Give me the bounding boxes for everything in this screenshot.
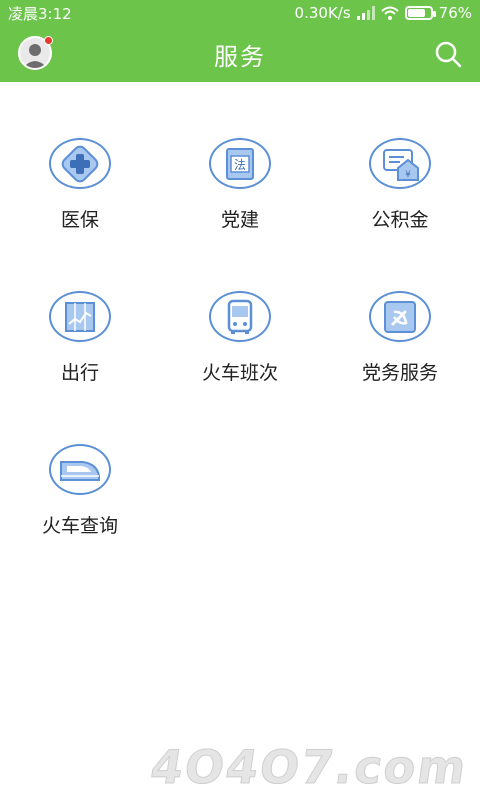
service-housing-fund[interactable]: ¥ 公积金	[320, 82, 480, 232]
battery-icon	[404, 6, 436, 20]
page-title: 服务	[214, 42, 266, 71]
service-travel[interactable]: 出行	[0, 235, 160, 385]
party-emblem-icon	[384, 300, 416, 333]
service-label: 火车查询	[41, 515, 118, 537]
service-label: 党务服务	[361, 362, 438, 384]
service-medical-insurance[interactable]: 医保	[0, 82, 160, 232]
svg-text:法: 法	[234, 158, 246, 172]
svg-text:¥: ¥	[405, 170, 411, 180]
service-party-affairs[interactable]: 党务服务	[320, 235, 480, 385]
network-speed: 0.30K/s	[294, 4, 351, 22]
bullet-train-icon	[60, 460, 100, 481]
status-time: 凌晨3:12	[8, 4, 72, 23]
service-label: 医保	[60, 209, 99, 231]
service-label: 公积金	[371, 209, 429, 231]
app-bar: 服务	[0, 26, 480, 82]
housing-fund-icon: ¥	[383, 148, 419, 181]
battery-percent: 76%	[438, 4, 472, 22]
medical-cross-icon	[61, 145, 99, 182]
travel-chart-icon	[65, 301, 95, 332]
notification-badge	[44, 36, 53, 45]
service-label: 火车班次	[201, 362, 278, 384]
status-bar: 凌晨3:12 0.30K/s 76%	[0, 0, 480, 26]
signal-icon	[356, 6, 375, 20]
service-label: 出行	[60, 362, 99, 384]
search-icon[interactable]	[432, 38, 464, 70]
law-book-icon: 法	[226, 147, 254, 180]
service-train-schedule[interactable]: 火车班次	[160, 235, 320, 385]
wifi-icon	[380, 6, 399, 20]
watermark-logo: 4O4O7.com	[147, 740, 472, 795]
service-party-building[interactable]: 法 党建	[160, 82, 320, 232]
bus-icon	[227, 299, 253, 334]
service-label: 党建	[220, 209, 259, 231]
service-train-query[interactable]: 火车查询	[0, 388, 160, 538]
